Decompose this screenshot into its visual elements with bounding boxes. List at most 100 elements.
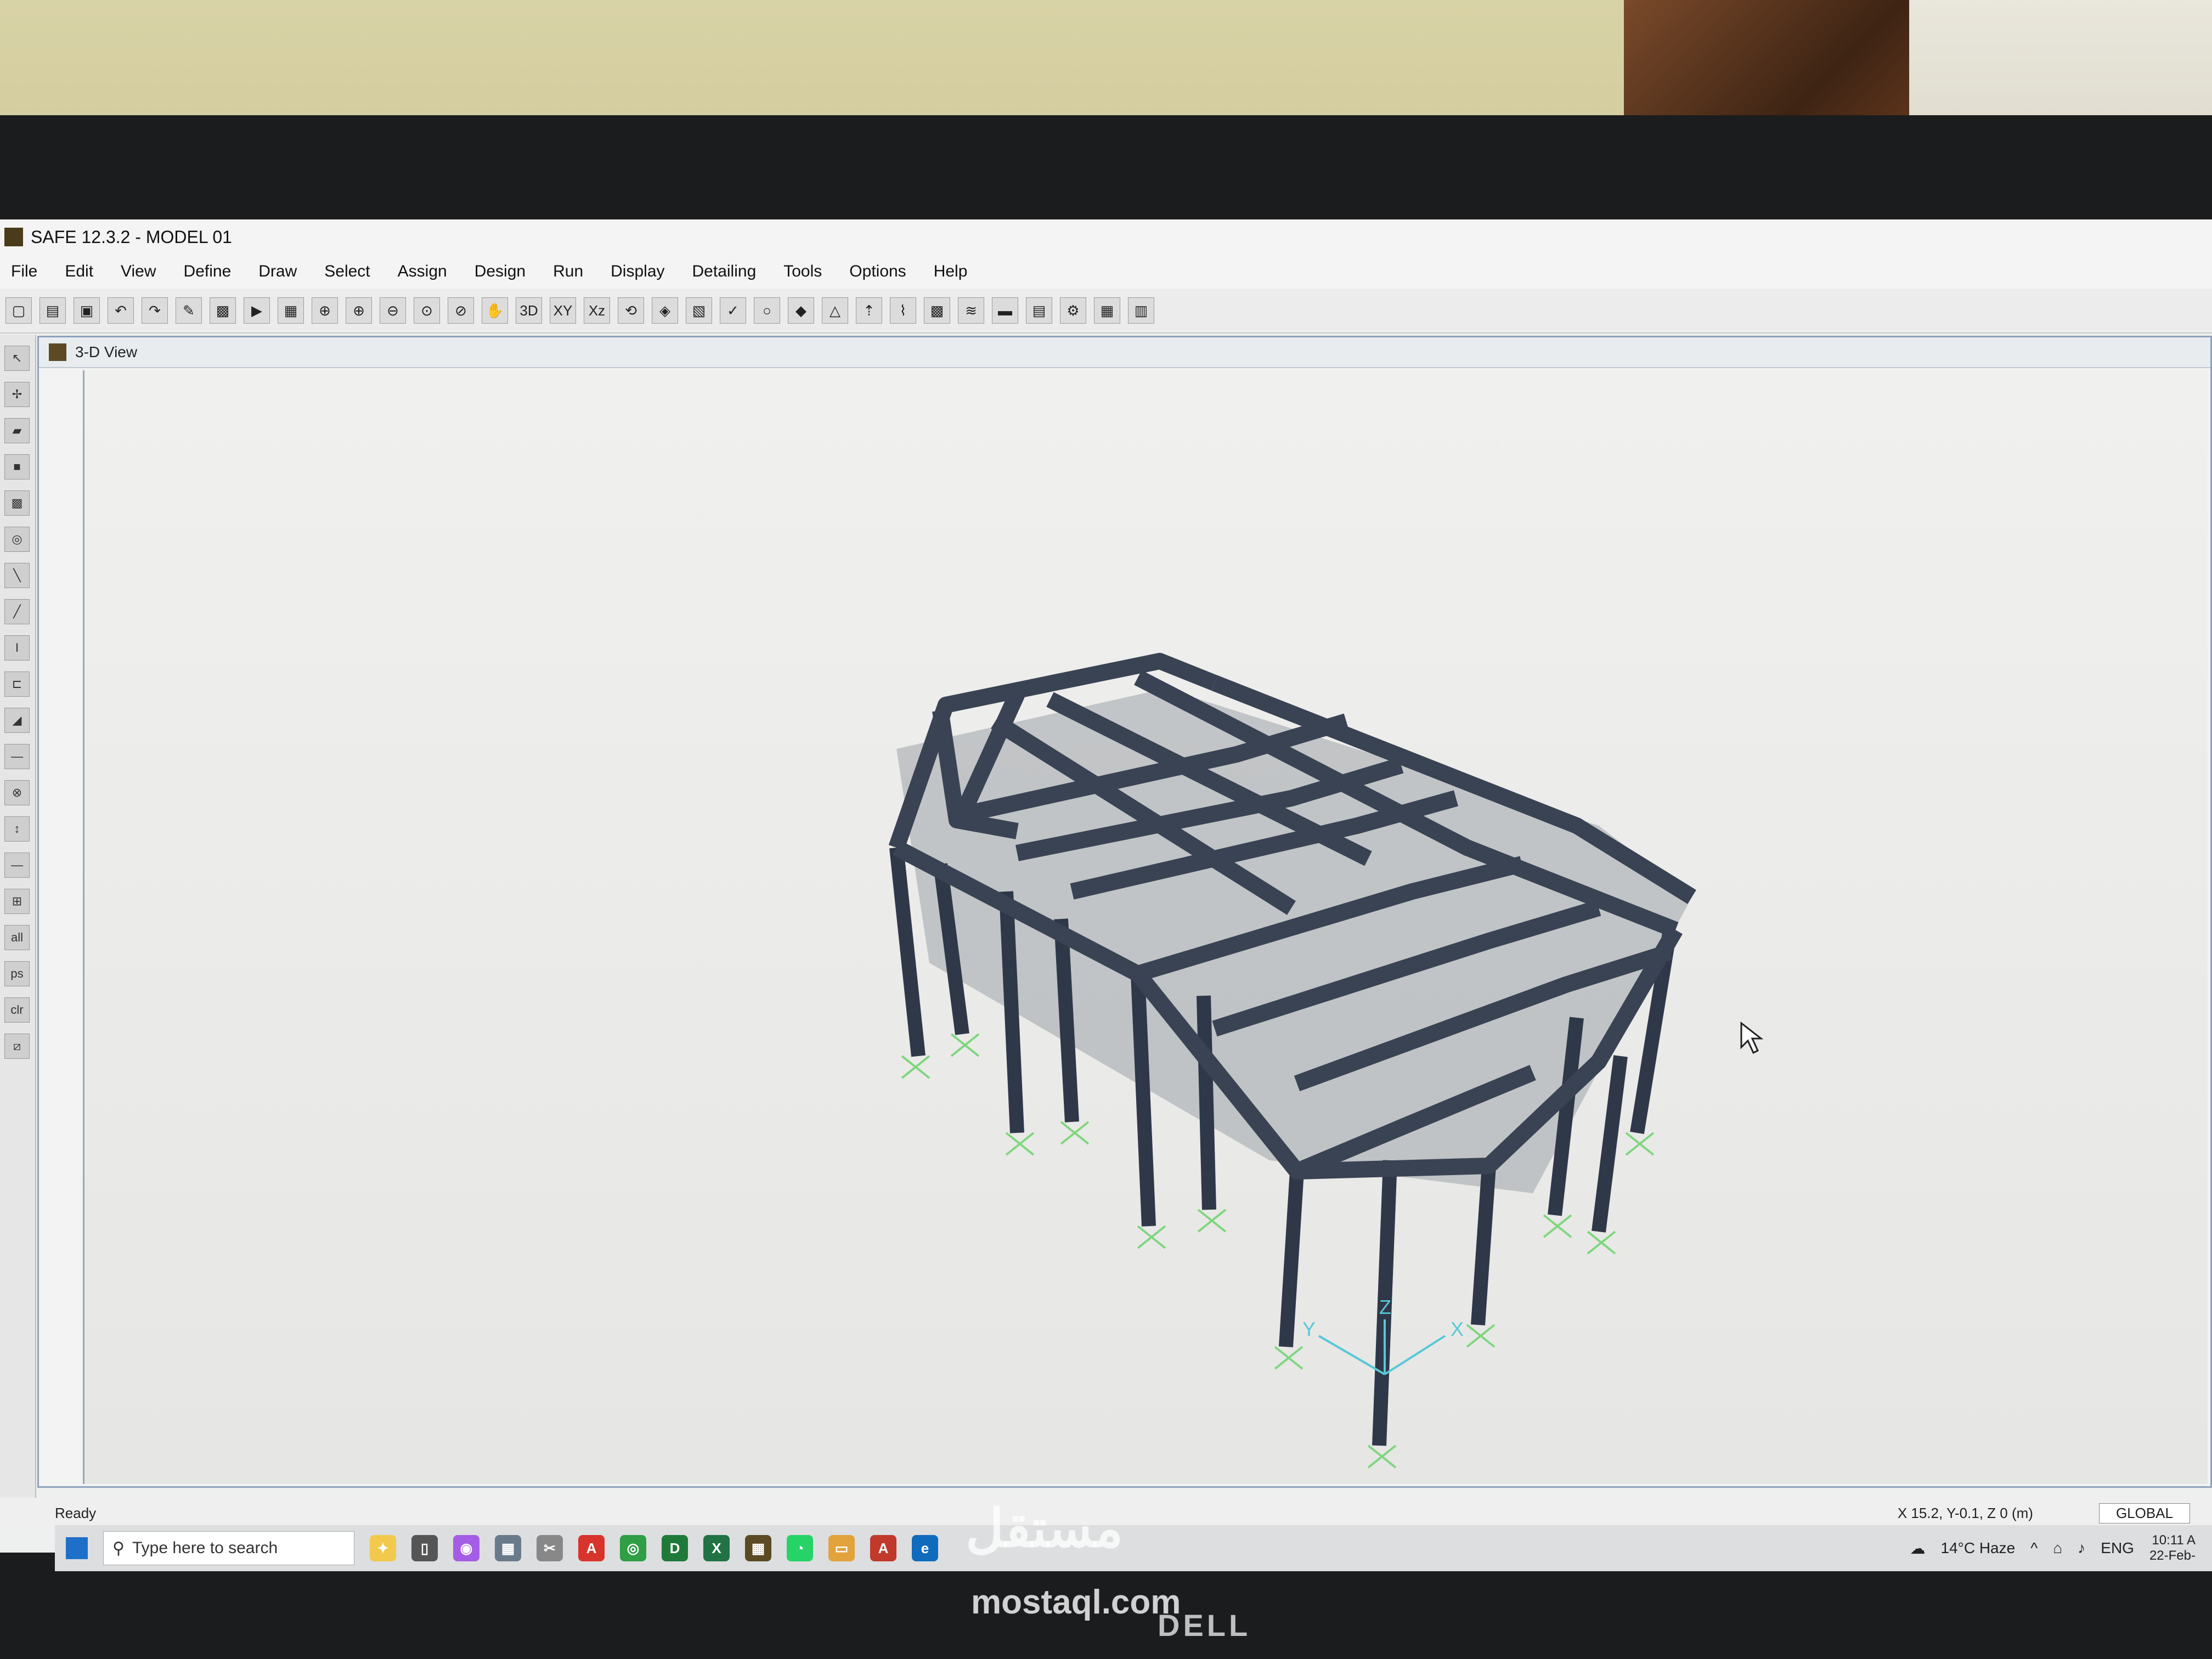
redo-icon[interactable]: ↷ bbox=[142, 297, 168, 324]
table-icon[interactable]: ▤ bbox=[1026, 297, 1052, 324]
whatsapp-icon[interactable]: ◔ bbox=[787, 1535, 813, 1561]
perspective-icon[interactable]: ◈ bbox=[652, 297, 678, 324]
lock-icon[interactable]: ▩ bbox=[210, 297, 236, 324]
draw-slab-icon[interactable]: ▩ bbox=[4, 490, 30, 516]
run-icon[interactable]: ▶ bbox=[244, 297, 270, 324]
beam-icon[interactable]: ▬ bbox=[992, 297, 1018, 324]
draw-tendon-icon[interactable]: ◢ bbox=[4, 708, 30, 733]
safe-taskbar-icon[interactable]: ▦ bbox=[745, 1535, 771, 1561]
windows-start-icon[interactable] bbox=[66, 1537, 88, 1559]
snipping-tool-icon[interactable]: ✂ bbox=[537, 1535, 563, 1561]
snap-icon[interactable]: ⊞ bbox=[4, 889, 30, 914]
undo-icon[interactable]: ↶ bbox=[108, 297, 134, 324]
menu-options[interactable]: Options bbox=[849, 262, 906, 281]
excel-icon[interactable]: X bbox=[703, 1535, 730, 1561]
menu-define[interactable]: Define bbox=[184, 262, 232, 281]
structural-model[interactable]: X Y Z bbox=[84, 370, 2208, 1484]
draw-dimension-icon[interactable]: ↕ bbox=[4, 816, 30, 842]
open-file-icon[interactable]: ▤ bbox=[40, 297, 66, 324]
clear-selection-button[interactable]: clr bbox=[4, 997, 30, 1023]
report-icon[interactable]: ▥ bbox=[1128, 297, 1154, 324]
support-symbol bbox=[1197, 1209, 1227, 1233]
draw-rectangle-icon[interactable]: ■ bbox=[4, 454, 30, 479]
grid-icon[interactable]: ▦ bbox=[1094, 297, 1120, 324]
check-icon[interactable]: ✓ bbox=[720, 297, 746, 324]
copilot-icon[interactable]: ✦ bbox=[370, 1535, 396, 1561]
chevron-up-icon[interactable]: ^ bbox=[2030, 1539, 2038, 1557]
previous-selection-button[interactable]: ps bbox=[4, 961, 30, 986]
rotate-view-icon[interactable]: ⟲ bbox=[618, 297, 644, 324]
contour-icon[interactable]: ▩ bbox=[924, 297, 950, 324]
model-canvas[interactable]: X Y Z bbox=[83, 370, 2208, 1484]
taskbar-search[interactable]: ⚲ Type here to search bbox=[103, 1531, 354, 1565]
menu-detailing[interactable]: Detailing bbox=[692, 262, 757, 281]
draw-strip-icon[interactable]: — bbox=[4, 744, 30, 769]
save-icon[interactable]: ▣ bbox=[74, 297, 100, 324]
draw-line-icon[interactable]: ╲ bbox=[4, 563, 30, 588]
task-view-icon[interactable]: ▯ bbox=[411, 1535, 438, 1561]
copilot-app-icon[interactable]: ◉ bbox=[453, 1535, 479, 1561]
menu-view[interactable]: View bbox=[121, 262, 156, 281]
file-explorer-icon[interactable]: ▭ bbox=[828, 1535, 855, 1561]
view-3d-button[interactable]: 3D bbox=[516, 297, 542, 324]
view-xy-button[interactable]: XY bbox=[550, 297, 576, 324]
support-symbol bbox=[1587, 1231, 1616, 1255]
pencil-icon[interactable]: ✎ bbox=[176, 297, 202, 324]
search-icon: ⚲ bbox=[112, 1539, 125, 1558]
menu-assign[interactable]: Assign bbox=[398, 262, 447, 281]
language-indicator[interactable]: ENG bbox=[2101, 1539, 2134, 1557]
object-shrink-icon[interactable]: ▧ bbox=[686, 297, 712, 324]
zoom-window-icon[interactable]: ⊕ bbox=[312, 297, 338, 324]
volume-icon[interactable]: ♪ bbox=[2078, 1539, 2085, 1557]
edge-icon[interactable]: e bbox=[912, 1535, 938, 1561]
chrome-icon[interactable]: ◎ bbox=[620, 1535, 646, 1561]
draw-column-icon[interactable]: I bbox=[4, 635, 30, 661]
clock-date: 22-Feb- bbox=[2149, 1548, 2196, 1563]
pointer-icon[interactable]: ↖ bbox=[4, 346, 30, 371]
settings-icon[interactable]: ⚙ bbox=[1060, 297, 1086, 324]
slab-icon[interactable]: ◆ bbox=[788, 297, 814, 324]
view-xz-button[interactable]: Xz bbox=[584, 297, 610, 324]
intersecting-line-select-icon[interactable]: ⧄ bbox=[4, 1034, 30, 1059]
coordinate-system-select[interactable]: GLOBAL bbox=[2098, 1503, 2190, 1523]
triangle-icon[interactable]: △ bbox=[822, 297, 848, 324]
zoom-in-icon[interactable]: ⊕ bbox=[346, 297, 372, 324]
acrobat-icon[interactable]: A bbox=[578, 1535, 605, 1561]
menu-file[interactable]: File bbox=[11, 262, 37, 281]
circle-icon[interactable]: ○ bbox=[754, 297, 780, 324]
support-icon[interactable]: ⇡ bbox=[856, 297, 882, 324]
calculator-icon[interactable]: ▦ bbox=[495, 1535, 521, 1561]
draw-opening-icon[interactable]: ◎ bbox=[4, 527, 30, 552]
draw-area-icon[interactable]: ▰ bbox=[4, 418, 30, 443]
app-d-icon[interactable]: D bbox=[662, 1535, 688, 1561]
new-file-icon[interactable]: ▢ bbox=[5, 297, 32, 324]
menu-select[interactable]: Select bbox=[324, 262, 370, 281]
menu-help[interactable]: Help bbox=[934, 262, 968, 281]
draw-point-icon[interactable]: ✢ bbox=[4, 382, 30, 407]
menu-draw[interactable]: Draw bbox=[258, 262, 297, 281]
menu-tools[interactable]: Tools bbox=[783, 262, 822, 281]
deformed-shape-icon[interactable]: ⌇ bbox=[890, 297, 916, 324]
cursor-coordinates: X 15.2, Y-0.1, Z 0 (m) bbox=[1897, 1504, 2033, 1521]
zoom-out-icon[interactable]: ⊖ bbox=[380, 297, 406, 324]
draw-reference-icon[interactable]: — bbox=[4, 853, 30, 878]
display-icon[interactable]: ▦ bbox=[278, 297, 304, 324]
menu-edit[interactable]: Edit bbox=[65, 262, 93, 281]
zoom-previous-icon[interactable]: ⊘ bbox=[448, 297, 474, 324]
weather-text[interactable]: 14°C Haze bbox=[1940, 1539, 2015, 1557]
taskbar-clock[interactable]: 10:11 A 22-Feb- bbox=[2149, 1533, 2196, 1564]
menu-display[interactable]: Display bbox=[611, 262, 664, 281]
network-icon[interactable]: ⌂ bbox=[2053, 1539, 2062, 1557]
draw-beam-icon[interactable]: ╱ bbox=[4, 599, 30, 624]
menu-design[interactable]: Design bbox=[475, 262, 526, 281]
system-tray: ☁ 14°C Haze ^ ⌂ ♪ ENG 10:11 A 22-Feb- bbox=[1910, 1533, 2212, 1564]
draw-support-icon[interactable]: ⊗ bbox=[4, 780, 30, 805]
menu-run[interactable]: Run bbox=[553, 262, 583, 281]
axis-x-line bbox=[1384, 1335, 1446, 1375]
strip-icon[interactable]: ≋ bbox=[958, 297, 984, 324]
autocad-icon[interactable]: A bbox=[870, 1535, 896, 1561]
draw-wall-icon[interactable]: ⊏ bbox=[4, 672, 30, 697]
pan-hand-icon[interactable]: ✋ bbox=[482, 297, 508, 324]
zoom-all-icon[interactable]: ⊙ bbox=[414, 297, 440, 324]
select-all-button[interactable]: all bbox=[4, 925, 30, 950]
